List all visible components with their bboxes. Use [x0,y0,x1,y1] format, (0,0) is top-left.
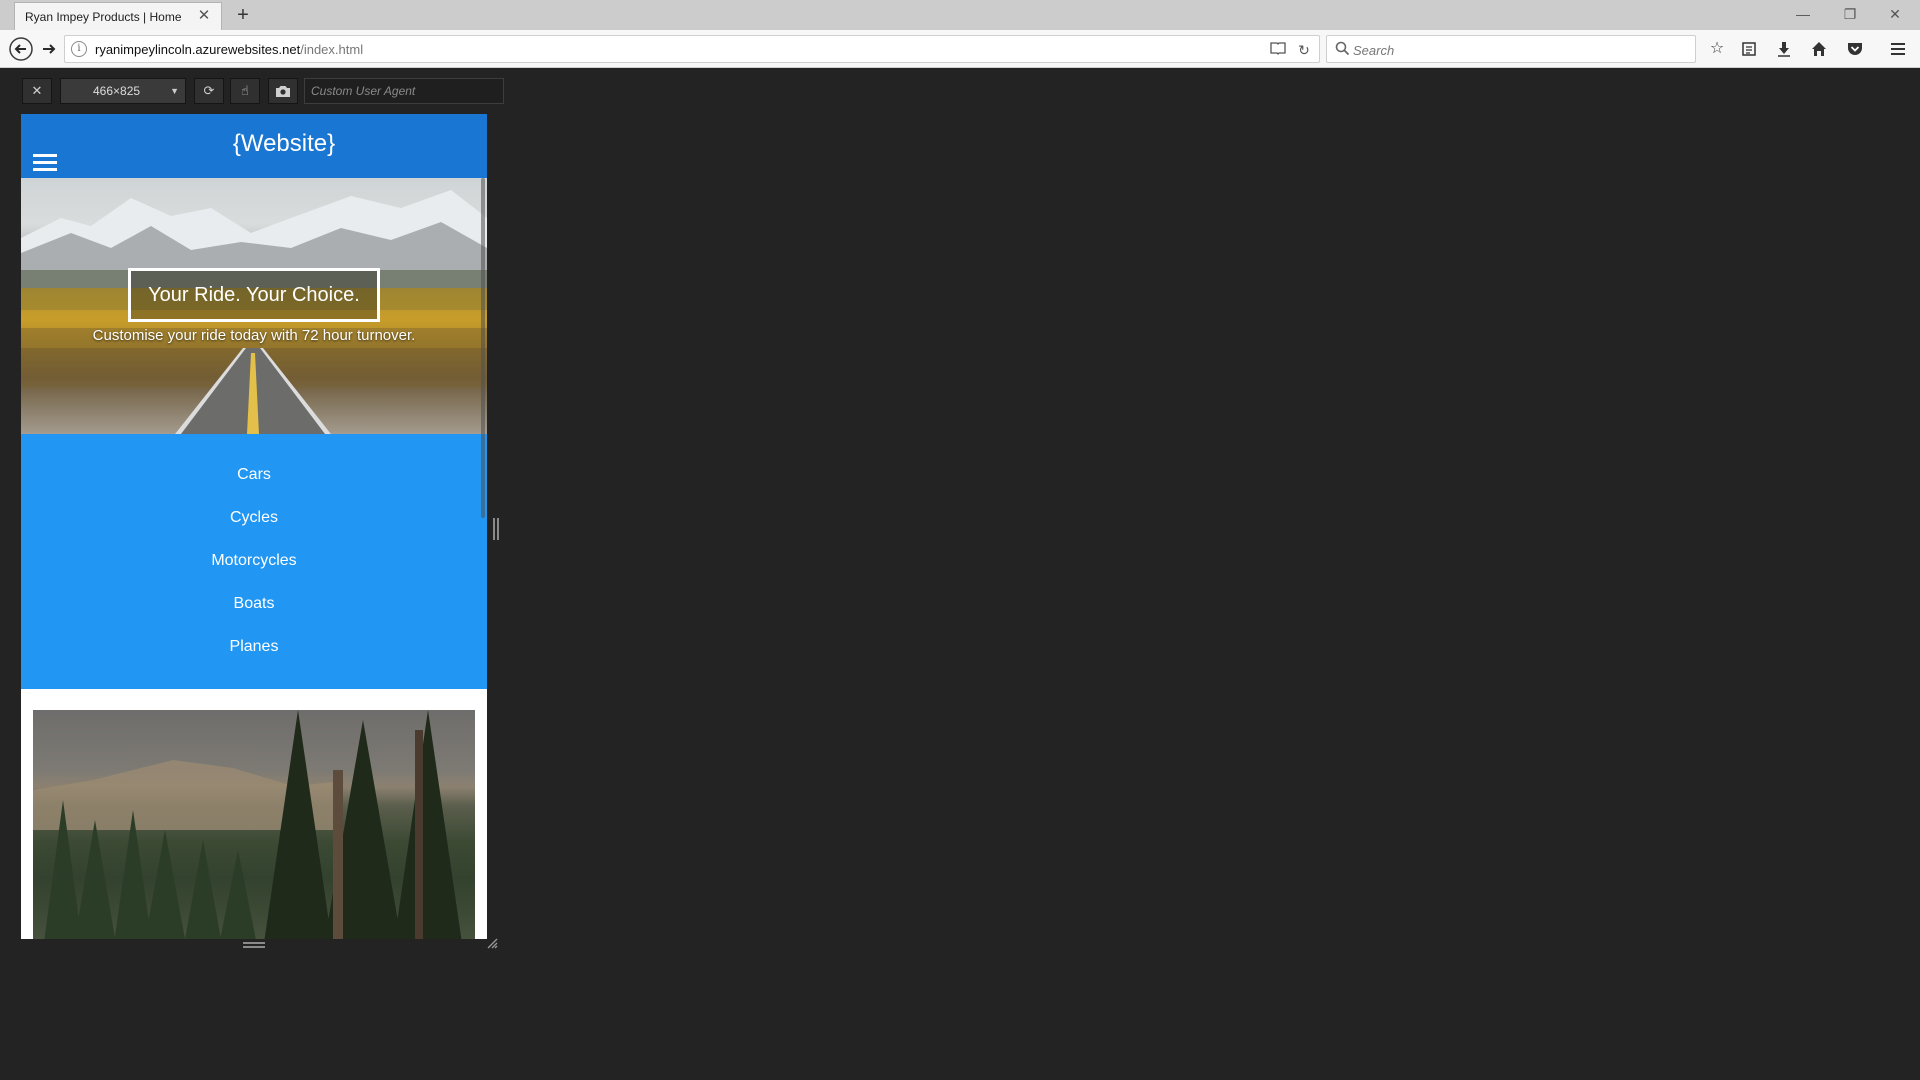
tab-title: Ryan Impey Products | Home [25,10,182,24]
home-icon[interactable] [1806,36,1832,62]
viewport-size-select[interactable]: 466×825 ▼ [60,78,186,104]
hero-banner: Your Ride. Your Choice. Customise your r… [21,178,487,434]
responsive-toolbar: ✕ 466×825 ▼ ⟳ ☝ Custom User Agent [22,78,504,104]
search-placeholder: Search [1353,43,1395,58]
reader-view-icon[interactable] [1267,39,1289,61]
hero-heading: Your Ride. Your Choice. [128,268,380,322]
emulated-viewport: {Website} Your Ride. Your Choice. Custom… [21,114,487,939]
viewport-height-resize-handle[interactable] [243,942,265,948]
forward-button[interactable] [36,36,62,62]
user-agent-input[interactable]: Custom User Agent [304,78,504,104]
reading-list-icon[interactable] [1736,36,1762,62]
browser-tab[interactable]: Ryan Impey Products | Home ✕ [14,2,222,30]
touch-simulation-button[interactable]: ☝ [230,78,260,104]
window-close-icon[interactable]: ✕ [1882,4,1908,24]
forest-image [33,710,462,939]
star-icon[interactable]: ☆ [1704,36,1730,62]
download-icon[interactable] [1771,36,1797,62]
back-button[interactable] [8,36,34,62]
menu-item-motorcycles[interactable]: Motorcycles [21,552,487,570]
viewport-scrollbar[interactable] [481,178,485,518]
new-tab-button[interactable]: + [232,4,254,26]
search-icon [1335,41,1350,56]
close-responsive-button[interactable]: ✕ [22,78,52,104]
pocket-icon[interactable] [1842,36,1868,62]
forward-arrow-icon [43,44,56,54]
site-title[interactable]: {Website} [21,130,487,158]
category-menu: Cars Cycles Motorcycles Boats Planes [21,434,487,689]
forest-image-card [33,710,475,939]
menu-icon[interactable] [1885,36,1911,62]
site-header: {Website} [21,114,487,178]
menu-item-planes[interactable]: Planes [21,638,487,656]
search-bar[interactable]: Search [1326,35,1696,63]
menu-item-boats[interactable]: Boats [21,595,487,613]
url-bar[interactable]: i ryanimpeylincoln.azurewebsites.net/ind… [64,35,1320,63]
restore-icon[interactable]: ❐ [1837,4,1863,24]
viewport-width-resize-handle[interactable] [493,518,499,540]
tab-close-icon[interactable]: ✕ [195,7,213,25]
viewport-size-value: 466×825 [93,84,141,98]
navigation-bar: i ryanimpeylincoln.azurewebsites.net/ind… [0,30,1920,68]
hero-subheading: Customise your ride today with 72 hour t… [92,327,416,344]
tab-strip: Ryan Impey Products | Home ✕ + — ❐ ✕ [0,0,1920,30]
viewport-corner-resize-handle[interactable] [486,937,498,949]
back-arrow-icon [9,37,33,61]
reload-icon[interactable]: ↻ [1293,39,1315,61]
url-text[interactable]: ryanimpeylincoln.azurewebsites.net/index… [95,42,363,57]
camera-icon [276,86,290,97]
screenshot-button[interactable] [268,78,298,104]
menu-item-cars[interactable]: Cars [21,466,487,484]
site-info-icon[interactable]: i [71,41,87,57]
menu-item-cycles[interactable]: Cycles [21,509,487,527]
minimize-icon[interactable]: — [1790,4,1816,24]
rotate-button[interactable]: ⟳ [194,78,224,104]
chevron-down-icon: ▼ [170,86,179,96]
